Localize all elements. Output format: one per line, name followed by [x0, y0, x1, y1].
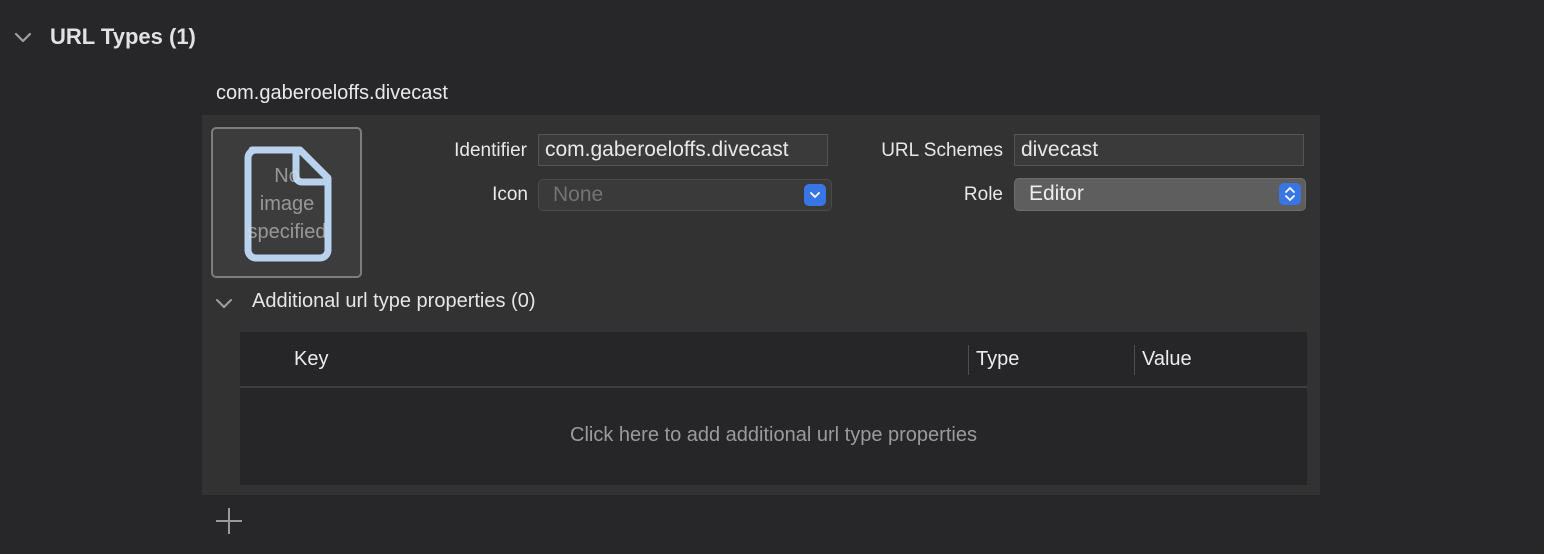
subsection-collapse-chevron-icon[interactable]	[214, 293, 234, 313]
column-header-value[interactable]: Value	[1142, 348, 1192, 371]
chevron-down-icon	[804, 184, 826, 206]
role-popup-value: Editor	[1029, 182, 1084, 205]
section-collapse-chevron-icon[interactable]	[12, 26, 34, 48]
url-type-name: com.gaberoeloffs.divecast	[216, 82, 448, 104]
no-image-placeholder-text: No image specified	[247, 165, 327, 243]
url-schemes-label: URL Schemes	[881, 140, 1003, 161]
icon-popup[interactable]: None	[538, 179, 832, 211]
chevron-up-down-icon	[1279, 183, 1301, 205]
url-schemes-field[interactable]: divecast	[1014, 134, 1304, 166]
section-title[interactable]: URL Types (1)	[50, 24, 196, 50]
plus-icon[interactable]	[213, 505, 245, 537]
identifier-field[interactable]: com.gaberoeloffs.divecast	[538, 134, 828, 166]
role-label: Role	[963, 184, 1003, 205]
icon-popup-value: None	[553, 183, 604, 206]
additional-properties-title[interactable]: Additional url type properties (0)	[252, 290, 535, 313]
column-divider[interactable]	[1134, 345, 1135, 375]
column-divider[interactable]	[968, 345, 969, 375]
table-header-divider	[240, 386, 1307, 388]
column-header-type[interactable]: Type	[976, 348, 1019, 371]
role-popup[interactable]: Editor	[1014, 178, 1306, 211]
add-properties-placeholder[interactable]: Click here to add additional url type pr…	[240, 424, 1307, 447]
column-header-key[interactable]: Key	[294, 348, 328, 371]
identifier-label: Identifier	[454, 140, 527, 161]
icon-label: Icon	[492, 184, 528, 205]
